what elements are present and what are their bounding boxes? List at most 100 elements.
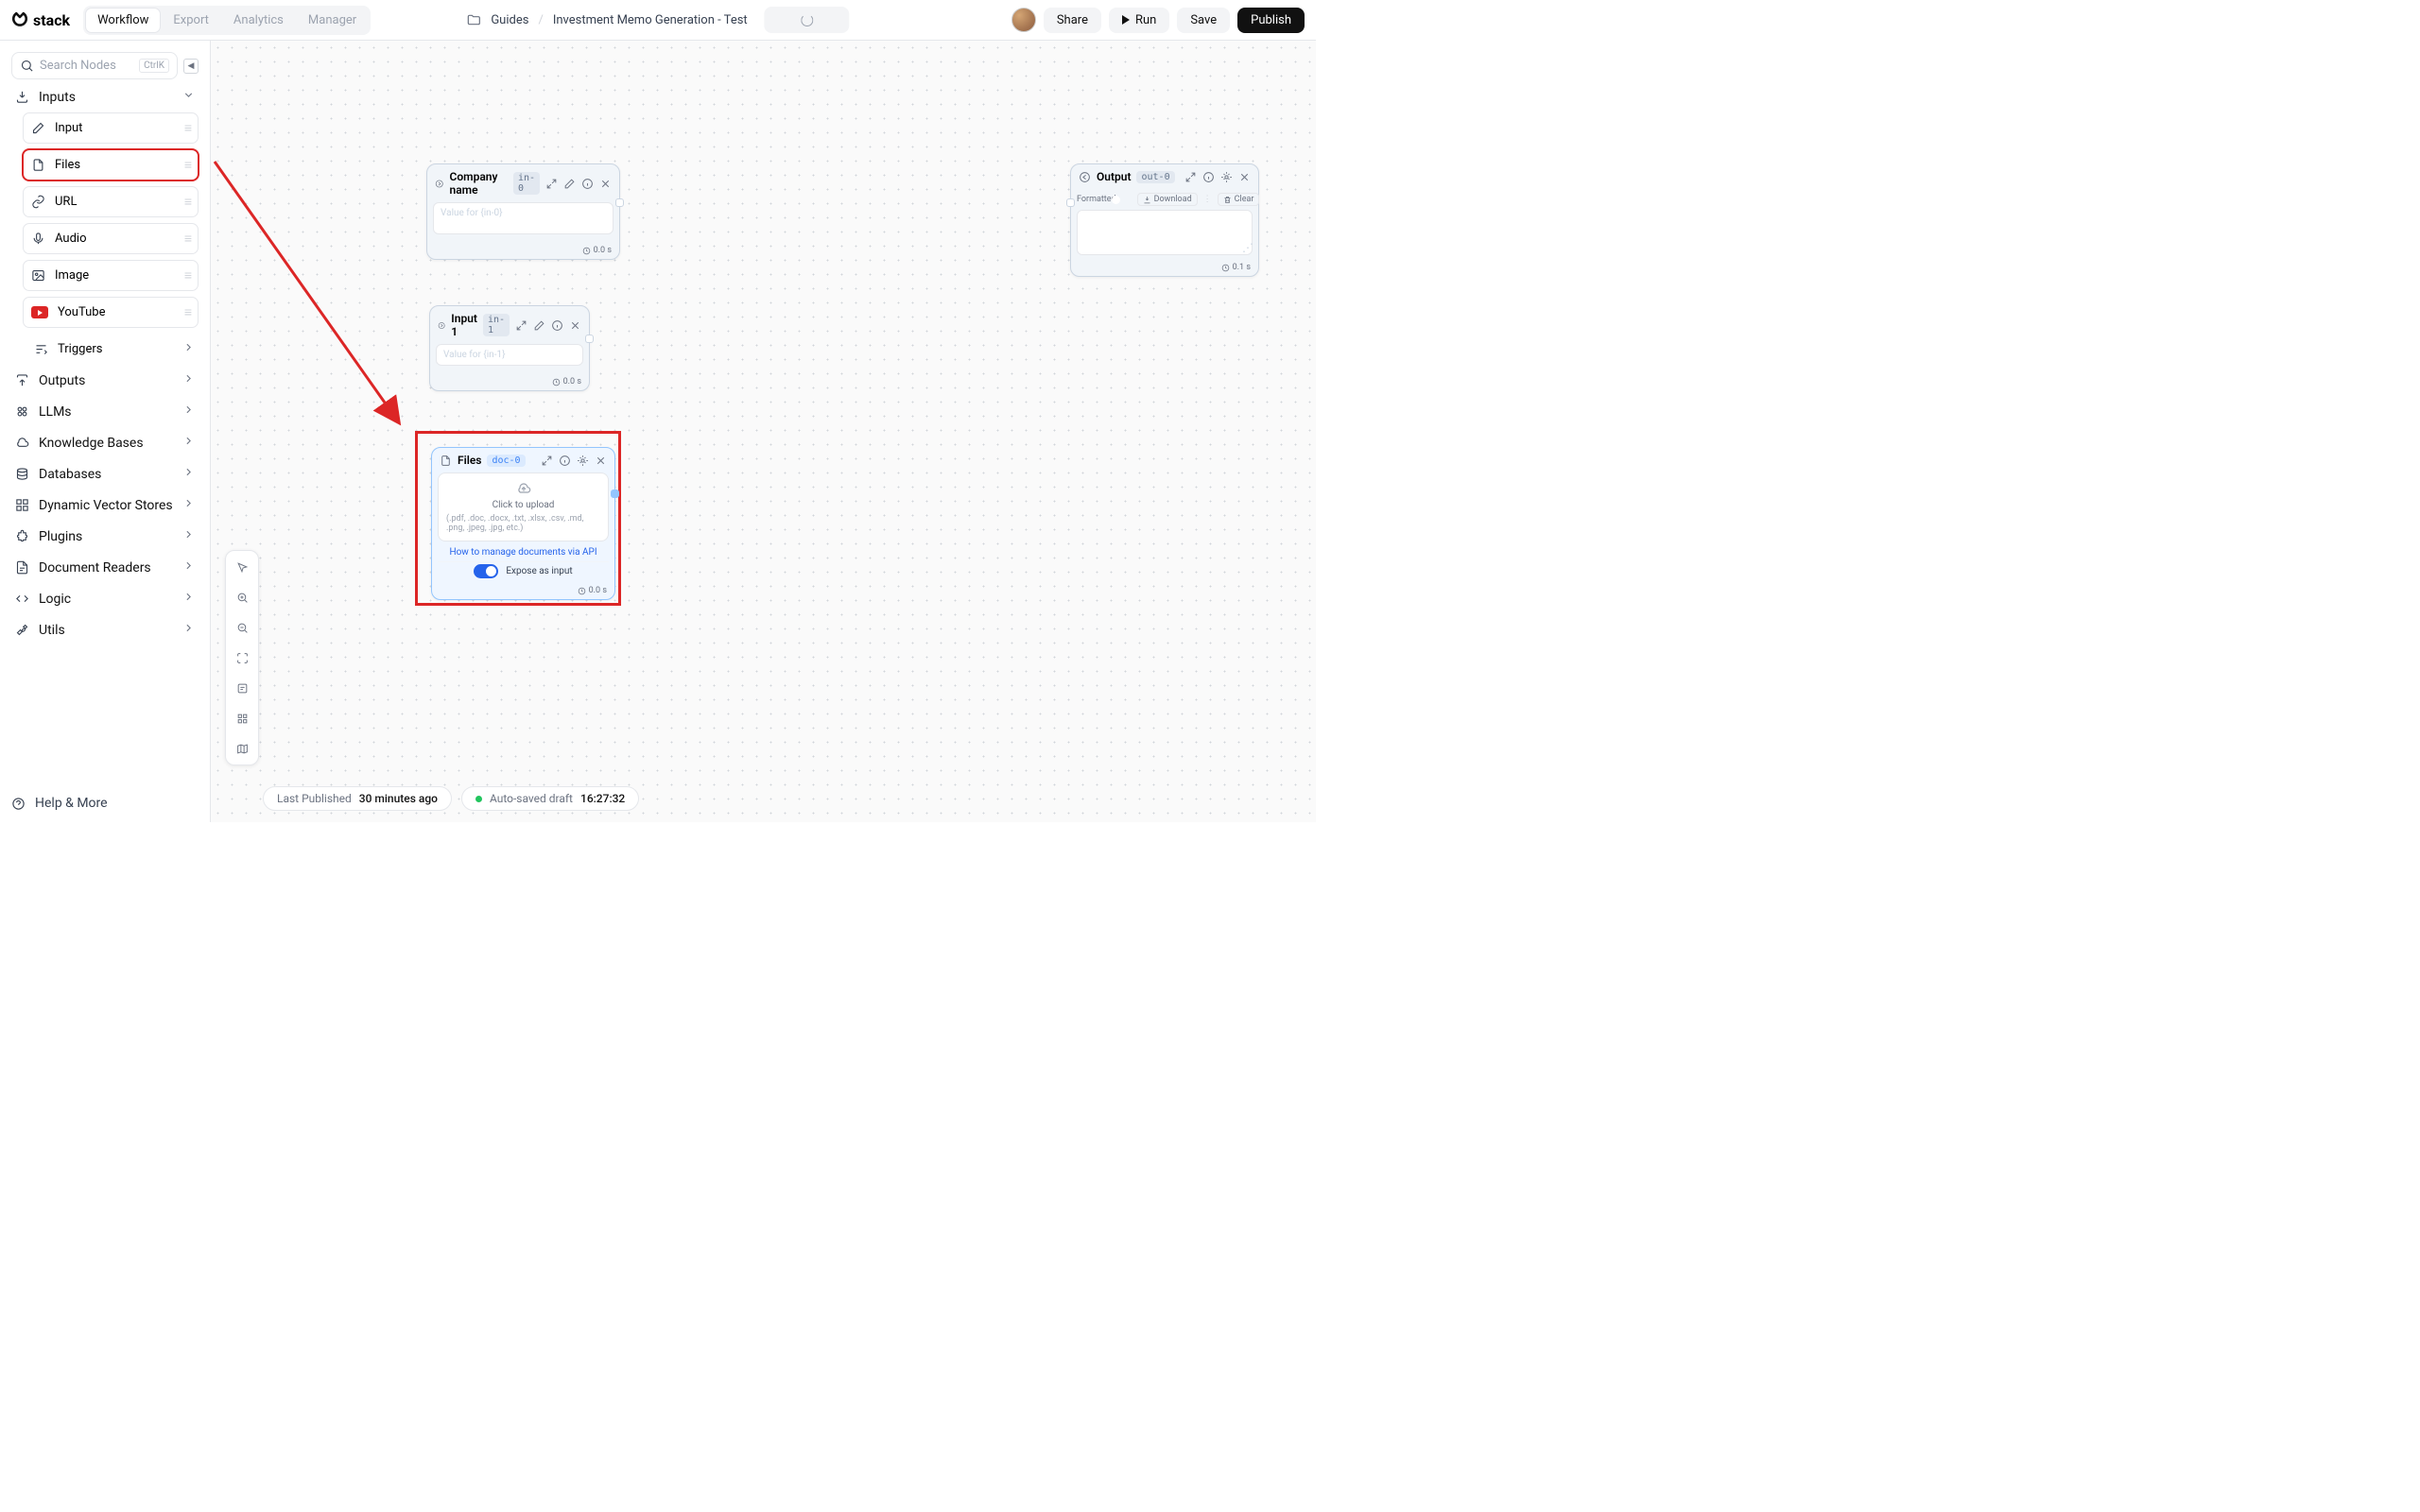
- clear-button[interactable]: Clear: [1218, 193, 1260, 206]
- info-icon[interactable]: [581, 178, 594, 190]
- tab-manager[interactable]: Manager: [297, 9, 368, 32]
- sidebar-item-youtube[interactable]: YouTube≡: [23, 297, 199, 328]
- node-input-field[interactable]: [433, 202, 614, 234]
- expand-icon[interactable]: [515, 319, 527, 332]
- tab-workflow[interactable]: Workflow: [86, 9, 160, 32]
- upload-dropzone[interactable]: Click to upload (.pdf, .doc, .docx, .txt…: [438, 472, 609, 541]
- drag-icon: ≡: [184, 157, 190, 173]
- expose-toggle[interactable]: [474, 564, 498, 578]
- breadcrumb-file[interactable]: Investment Memo Generation - Test: [553, 13, 748, 27]
- output-port[interactable]: [615, 198, 624, 207]
- formatted-label: Formatted: [1077, 195, 1116, 204]
- search-box[interactable]: CtrlK: [11, 52, 178, 79]
- sidebar-item-files[interactable]: Files≡: [23, 149, 199, 180]
- sidebar-cat-inputs[interactable]: Inputs: [11, 79, 199, 112]
- breadcrumb-folder[interactable]: Guides: [491, 13, 528, 27]
- close-icon[interactable]: [1238, 171, 1251, 183]
- drag-icon: ≡: [184, 194, 190, 210]
- sidebar-cat-kb[interactable]: Knowledge Bases: [11, 427, 199, 458]
- more-icon[interactable]: ⋮: [1203, 195, 1212, 204]
- wrench-icon: [15, 623, 29, 637]
- api-docs-link[interactable]: How to manage documents via API: [432, 541, 614, 561]
- node-files[interactable]: Files doc-0 Click to upload (.pdf, .doc,…: [431, 447, 615, 600]
- tool-grid[interactable]: [232, 708, 252, 729]
- sidebar-cat-plugins[interactable]: Plugins: [11, 521, 199, 552]
- tab-analytics[interactable]: Analytics: [222, 9, 295, 32]
- search-input[interactable]: [40, 59, 133, 73]
- sidebar-cat-docreaders[interactable]: Document Readers: [11, 552, 199, 583]
- input-port[interactable]: [1066, 198, 1075, 207]
- info-icon[interactable]: [551, 319, 563, 332]
- node-header: Files doc-0: [432, 448, 614, 472]
- expand-icon[interactable]: [545, 178, 558, 190]
- expand-icon[interactable]: [541, 455, 553, 467]
- canvas[interactable]: Company name in-0 0.0 s Input 1 in-1: [211, 41, 1316, 822]
- sidebar-cat-logic[interactable]: Logic: [11, 583, 199, 614]
- resize-handle-icon[interactable]: ⋰: [1242, 245, 1250, 252]
- chevron-right-icon: [182, 528, 195, 541]
- gear-icon[interactable]: [1220, 171, 1233, 183]
- chevron-right-icon: [182, 497, 195, 509]
- node-company-name[interactable]: Company name in-0 0.0 s: [426, 163, 620, 260]
- tool-zoom-out[interactable]: [232, 617, 252, 638]
- node-time: 0.0 s: [594, 246, 612, 255]
- sidebar-cat-utils[interactable]: Utils: [11, 614, 199, 645]
- info-icon[interactable]: [559, 455, 571, 467]
- sidebar-cat-llms[interactable]: LLMs: [11, 396, 199, 427]
- expose-label: Expose as input: [506, 566, 572, 576]
- node-title: Files: [458, 454, 481, 467]
- sidebar-item-image[interactable]: Image≡: [23, 260, 199, 291]
- loading-indicator: [765, 7, 850, 33]
- output-port[interactable]: [611, 490, 619, 498]
- node-title: Company name: [450, 170, 508, 197]
- tool-cursor[interactable]: [232, 557, 252, 577]
- publish-button[interactable]: Publish: [1237, 8, 1305, 33]
- expand-icon[interactable]: [1184, 171, 1197, 183]
- tool-zoom-in[interactable]: [232, 587, 252, 608]
- save-button[interactable]: Save: [1177, 8, 1230, 33]
- sidebar-cat-dvs[interactable]: Dynamic Vector Stores: [11, 490, 199, 521]
- tool-note[interactable]: [232, 678, 252, 698]
- edit-icon[interactable]: [563, 178, 576, 190]
- sidebar-item-url[interactable]: URL≡: [23, 186, 199, 217]
- tool-map[interactable]: [232, 738, 252, 759]
- help-icon: [11, 797, 26, 811]
- sidebar-collapse-button[interactable]: ◀: [183, 59, 199, 74]
- share-button[interactable]: Share: [1044, 8, 1101, 33]
- sidebar-cat-outputs[interactable]: Outputs: [11, 365, 199, 396]
- close-icon[interactable]: [569, 319, 581, 332]
- download-button[interactable]: Download: [1137, 193, 1198, 206]
- node-input1[interactable]: Input 1 in-1 0.0 s: [429, 305, 590, 391]
- avatar[interactable]: [1011, 8, 1036, 32]
- sidebar-cat-db[interactable]: Databases: [11, 458, 199, 490]
- help-link[interactable]: Help & More: [11, 796, 108, 811]
- file-icon: [440, 455, 452, 467]
- output-port[interactable]: [585, 335, 594, 343]
- upload-icon: [15, 373, 29, 387]
- chevron-down-icon: [182, 89, 195, 101]
- expose-toggle-row: Expose as input: [438, 561, 609, 584]
- node-output[interactable]: Output out-0 Formatted Download ⋮ Clear …: [1070, 163, 1259, 277]
- drag-icon: ≡: [184, 304, 190, 320]
- brain-icon: [15, 404, 29, 419]
- node-header: Output out-0: [1071, 164, 1258, 189]
- tab-export[interactable]: Export: [162, 9, 220, 32]
- sidebar-item-audio[interactable]: Audio≡: [23, 223, 199, 254]
- close-icon[interactable]: [595, 455, 607, 467]
- node-header: Company name in-0: [427, 164, 619, 202]
- puzzle-icon: [15, 529, 29, 543]
- run-button[interactable]: Run: [1109, 8, 1169, 33]
- input-arrow-icon: [438, 319, 445, 332]
- node-input-field[interactable]: [436, 344, 583, 366]
- file-icon: [31, 158, 45, 172]
- sidebar-item-triggers[interactable]: Triggers: [23, 334, 199, 365]
- sidebar-item-input[interactable]: Input≡: [23, 112, 199, 144]
- status-bar: Last Published30 minutes ago Auto-saved …: [263, 786, 639, 811]
- map-icon: [236, 743, 249, 755]
- edit-icon[interactable]: [533, 319, 545, 332]
- close-icon[interactable]: [599, 178, 612, 190]
- info-icon[interactable]: [1202, 171, 1215, 183]
- tool-fit[interactable]: [232, 647, 252, 668]
- gear-icon[interactable]: [577, 455, 589, 467]
- cloud-icon: [15, 436, 29, 450]
